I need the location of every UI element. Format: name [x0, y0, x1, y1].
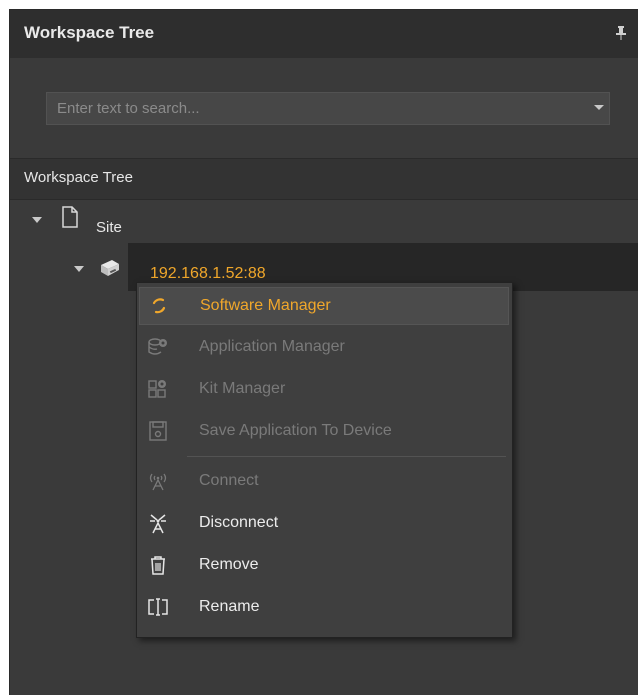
search-input[interactable] — [46, 92, 610, 125]
modules-gear-icon — [148, 380, 166, 398]
search-area — [10, 58, 638, 158]
chevron-down-icon[interactable] — [32, 217, 42, 223]
menu-item-rename[interactable]: Rename — [139, 589, 509, 627]
menu-item-label: Connect — [199, 472, 259, 489]
search-dropdown-arrow-icon[interactable] — [594, 105, 604, 110]
menu-separator — [187, 456, 506, 457]
menu-item-connect[interactable]: Connect — [139, 463, 509, 501]
antenna-icon — [149, 473, 167, 491]
device-icon — [101, 260, 119, 276]
menu-item-remove[interactable]: Remove — [139, 547, 509, 585]
panel-titlebar: Workspace Tree — [10, 10, 638, 59]
menu-item-disconnect[interactable]: Disconnect — [139, 505, 509, 543]
save-icon — [149, 421, 167, 441]
device-label: 192.168.1.52:88 — [150, 265, 266, 282]
section-label: Workspace Tree — [24, 169, 133, 186]
context-menu: Software Manager Application Manager Kit… — [136, 282, 513, 638]
rename-icon — [148, 598, 168, 616]
menu-item-software-manager[interactable]: Software Manager — [139, 287, 509, 325]
site-label: Site — [96, 219, 122, 236]
menu-item-label: Disconnect — [199, 514, 279, 531]
menu-item-save-application[interactable]: Save Application To Device — [139, 413, 509, 451]
chevron-down-icon[interactable] — [74, 266, 84, 272]
menu-item-label: Remove — [199, 556, 259, 573]
pin-icon[interactable] — [616, 26, 626, 40]
antenna-off-icon — [150, 514, 166, 534]
menu-item-label: Kit Manager — [199, 380, 286, 397]
spinner-icon — [152, 298, 166, 314]
menu-item-label: Software Manager — [200, 297, 331, 314]
trash-icon — [151, 556, 165, 575]
menu-item-label: Rename — [199, 598, 260, 615]
database-gear-icon — [148, 338, 167, 355]
panel-title: Workspace Tree — [24, 23, 155, 42]
menu-item-application-manager[interactable]: Application Manager — [139, 329, 509, 367]
document-icon — [62, 206, 78, 228]
menu-item-kit-manager[interactable]: Kit Manager — [139, 371, 509, 409]
menu-item-label: Save Application To Device — [199, 422, 392, 439]
section-header: Workspace Tree — [10, 158, 638, 200]
menu-item-label: Application Manager — [199, 338, 345, 355]
